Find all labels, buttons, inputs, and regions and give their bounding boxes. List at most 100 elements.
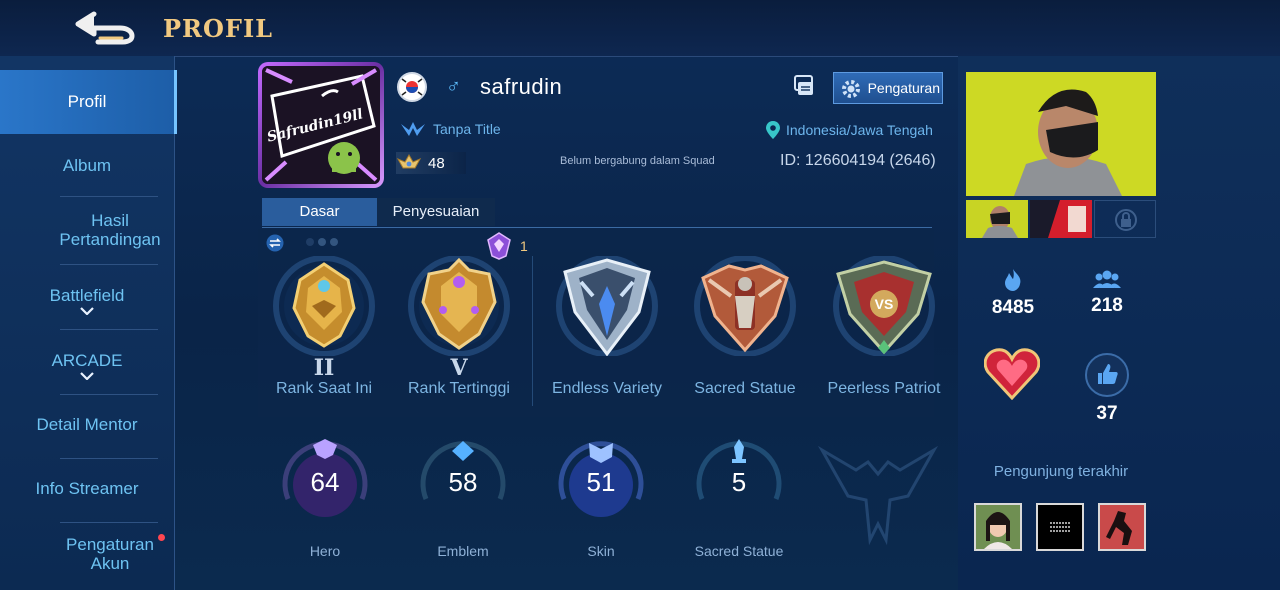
sidebar-item-label: Battlefield (49, 286, 125, 305)
hero-stat-ring: 64 (280, 437, 370, 527)
sacred-statue-label: Sacred Statue (694, 543, 784, 559)
sacred-statue-stat-ring: 5 (694, 437, 784, 527)
visitor-avatar[interactable] (1036, 503, 1084, 551)
thumbs-up-icon (1085, 353, 1129, 397)
sidebar-item-label: Hasil Pertandingan (59, 211, 161, 249)
badge-label: Sacred Statue (694, 380, 796, 397)
heart-charm-icon[interactable] (984, 346, 1040, 400)
sidebar-item-profil[interactable]: Profil (0, 70, 177, 134)
level-crown-icon (396, 153, 422, 169)
hero-label: Hero (309, 543, 341, 559)
profile-tabs: Dasar Penyesuaian (262, 198, 495, 226)
sidebar-item-hasil-pertandingan[interactable]: Hasil Pertandingan (55, 211, 165, 249)
skin-label: Skin (587, 543, 615, 559)
swap-icon[interactable] (266, 234, 284, 252)
gear-icon (842, 80, 860, 98)
rank-current[interactable]: II Rank Saat Ini (259, 255, 389, 406)
visitor-avatar[interactable] (974, 503, 1022, 551)
player-title[interactable]: Tanpa Title (399, 120, 501, 138)
sidebar-item-battlefield[interactable]: Battlefield (0, 286, 174, 315)
rank-badge-divider (532, 256, 533, 406)
photo-thumbnail-2[interactable] (1030, 200, 1092, 238)
location: Indonesia/Jawa Tengah (764, 120, 933, 140)
endless-variety-badge-icon (551, 255, 663, 357)
sidebar-item-label: Detail Mentor (36, 415, 138, 434)
tab-divider (262, 227, 932, 228)
badge-spacer (819, 356, 949, 380)
sidebar-divider (60, 458, 158, 459)
photo-thumbnail-1[interactable] (966, 200, 1028, 238)
rank-current-tier: II (313, 355, 335, 381)
skin-stat-ring: 51 (556, 437, 646, 527)
photo-slot-locked[interactable] (1094, 200, 1156, 238)
chevron-down-icon (80, 372, 94, 380)
badge-peerless-patriot[interactable]: VS Peerless Patriot (819, 255, 949, 406)
badge-endless-variety[interactable]: Endless Variety (542, 255, 672, 406)
player-title-text: Tanpa Title (433, 121, 501, 137)
settings-button[interactable]: Pengaturan (833, 72, 943, 104)
back-button[interactable] (72, 8, 138, 46)
sidebar-item-info-streamer[interactable]: Info Streamer (0, 479, 174, 498)
tab-penyesuaian[interactable]: Penyesuaian (377, 198, 495, 226)
tab-dasar[interactable]: Dasar (262, 198, 377, 226)
rank-highest[interactable]: V Rank Tertinggi (394, 255, 524, 406)
followers-stat[interactable]: 218 (1067, 268, 1147, 317)
recent-visitors-label: Pengunjung terakhir (993, 463, 1129, 480)
sidebar-item-label: Album (62, 156, 112, 175)
rank-current-label: Rank Saat Ini (275, 380, 373, 397)
settings-button-label: Pengaturan (867, 80, 940, 96)
hero-count: 64 (310, 467, 340, 497)
avatar-image: Safrudin19ll (262, 66, 380, 184)
username: safrudin (480, 74, 563, 99)
cards-button[interactable] (792, 74, 816, 98)
visitor-image (1100, 505, 1144, 549)
sacred-statue-badge-icon (689, 255, 801, 357)
stat-hero[interactable]: 64 Hero (255, 437, 395, 559)
badge-label: Endless Variety (552, 380, 662, 397)
page-indicator (306, 238, 338, 246)
sidebar-divider (60, 522, 158, 523)
sidebar-item-detail-mentor[interactable]: Detail Mentor (0, 415, 174, 434)
back-arrow-icon (75, 11, 135, 45)
stat-sacred-statue[interactable]: 5 Sacred Statue (669, 437, 809, 559)
stat-emblem[interactable]: 58 Emblem (393, 437, 533, 559)
visitor-avatar[interactable] (1098, 503, 1146, 551)
stat-skin[interactable]: 51 Skin (531, 437, 671, 559)
sidebar-item-arcade[interactable]: ARCADE (0, 351, 174, 380)
likes-stat[interactable]: 37 (1067, 352, 1147, 425)
badge-spacer (542, 356, 672, 380)
rank-current-icon (268, 255, 380, 357)
cards-icon (794, 75, 813, 95)
group-icon (1093, 270, 1121, 288)
sidebar-item-label: Profil (67, 92, 107, 111)
profile-panel: Safrudin19ll ♂ safrudin Pengaturan Tanpa… (174, 56, 958, 590)
svg-text:VS: VS (875, 296, 894, 312)
rank-highest-icon (403, 255, 515, 357)
location-text: Indonesia/Jawa Tengah (786, 122, 933, 138)
visitor-image (1038, 505, 1082, 549)
level-value: 48 (428, 154, 445, 172)
page-title: PROFIL (163, 14, 274, 43)
popularity-value: 8485 (991, 297, 1035, 318)
avatar[interactable]: Safrudin19ll (258, 62, 384, 188)
notification-dot (158, 534, 165, 541)
sidebar-item-label: ARCADE (51, 351, 123, 370)
sidebar-item-pengaturan-akun[interactable]: Pengaturan Akun (55, 535, 165, 573)
peerless-patriot-badge-icon: VS (828, 255, 940, 357)
badge-sacred-statue[interactable]: Sacred Statue (680, 255, 810, 406)
rank-highest-tier: V (450, 355, 468, 381)
sacred-statue-count: 5 (731, 467, 747, 497)
south-korea-flag-icon (397, 72, 427, 102)
squad-status: Belum bergabung dalam Squad (560, 155, 715, 167)
sidebar-item-label: Pengaturan Akun (66, 535, 154, 573)
popularity-stat[interactable]: 8485 (973, 268, 1053, 319)
chevron-down-icon (80, 307, 94, 315)
profile-photo-image (966, 72, 1156, 196)
skin-count: 51 (586, 467, 616, 497)
title-wing-icon (401, 122, 425, 136)
sidebar-divider (60, 329, 158, 330)
fire-icon (1005, 269, 1021, 291)
emblem-count: 58 (448, 467, 478, 497)
profile-photo[interactable] (966, 72, 1156, 196)
sidebar-item-album[interactable]: Album (0, 156, 174, 175)
